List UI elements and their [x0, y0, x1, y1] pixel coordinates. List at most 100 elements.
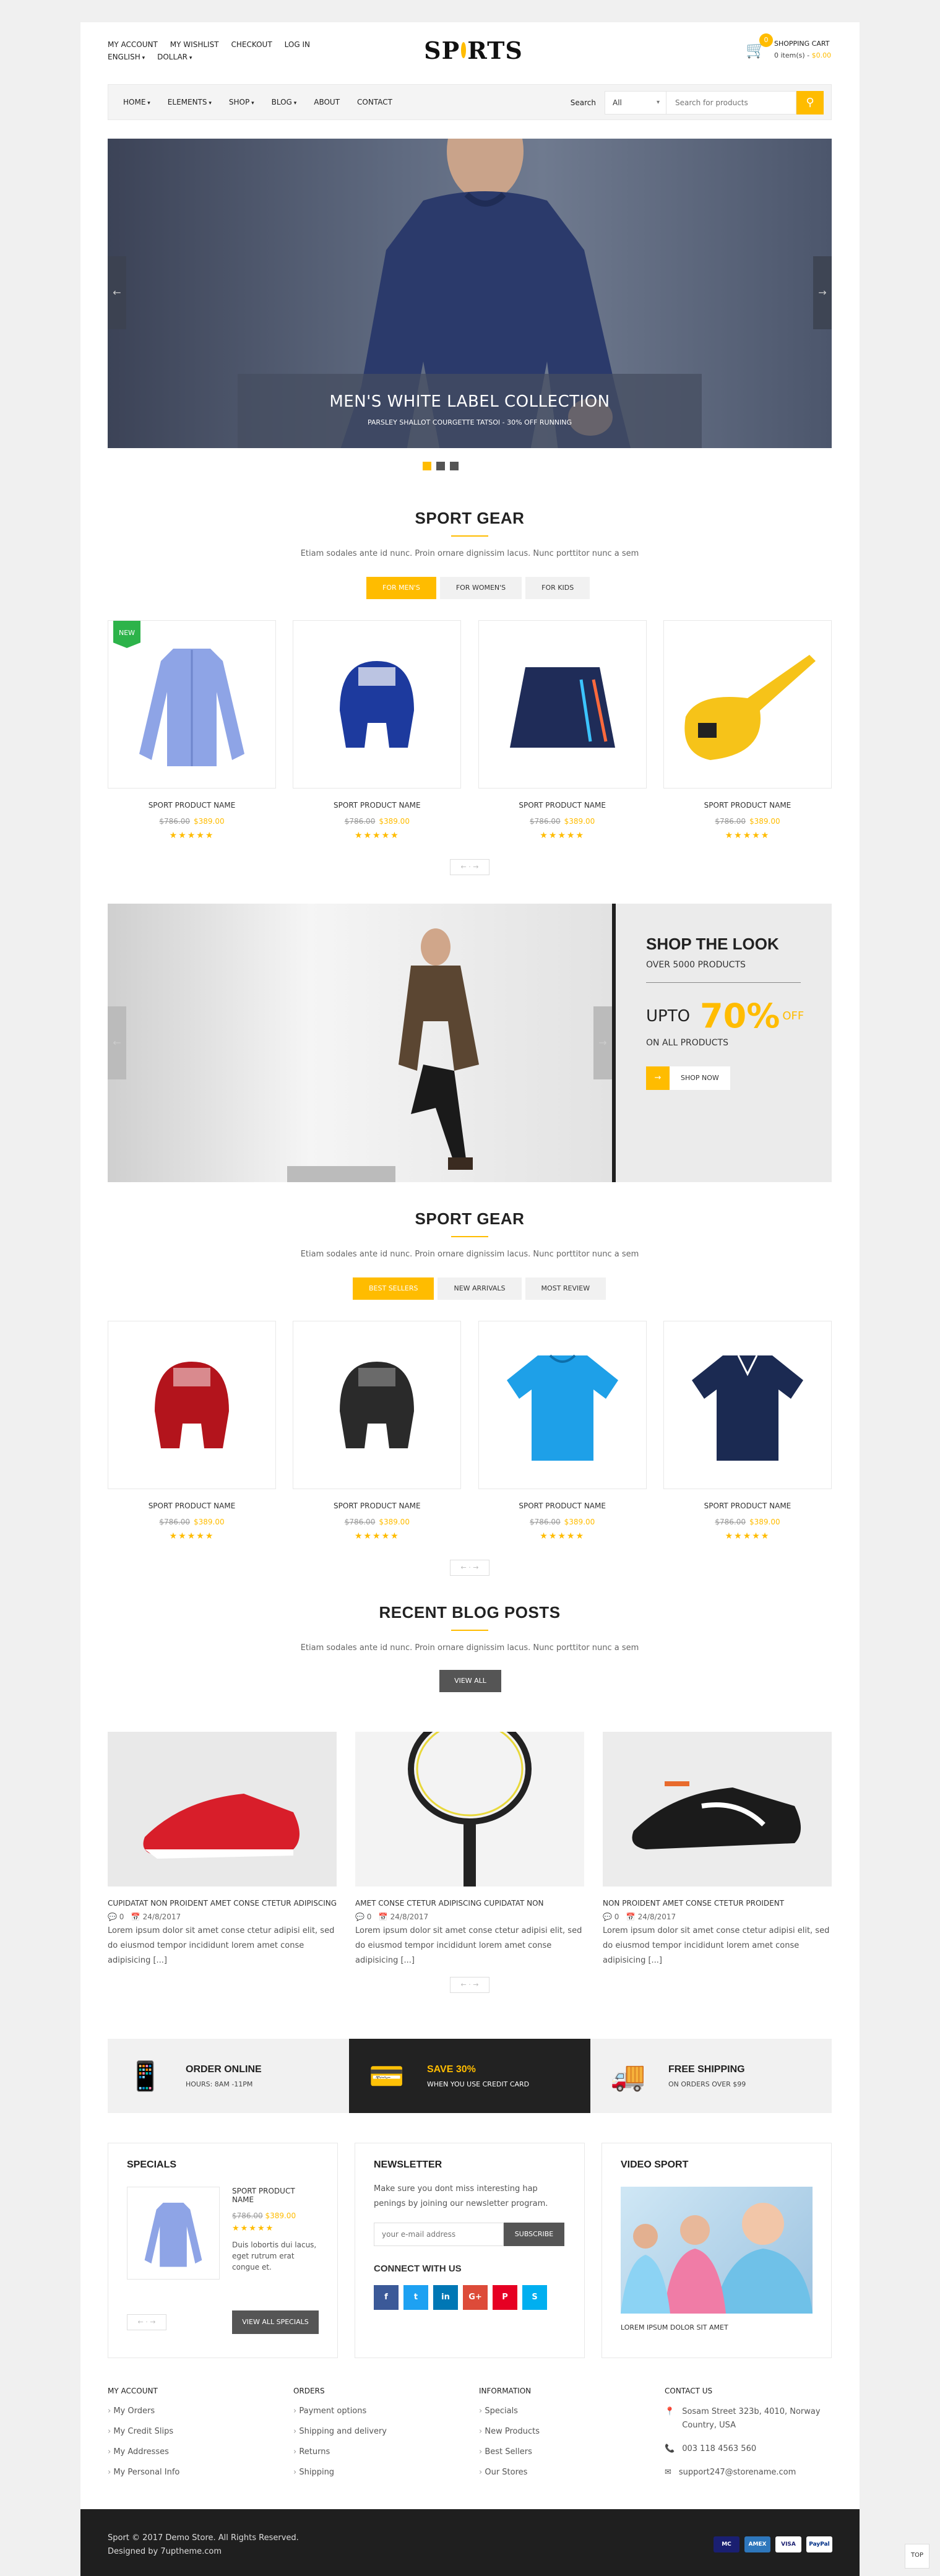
hero-next-arrow[interactable]: → — [813, 256, 832, 329]
currency-selector[interactable]: Dollar — [157, 53, 192, 61]
search-button[interactable]: ⚲ — [796, 91, 824, 115]
footer-link[interactable]: Shipping and delivery — [293, 2427, 479, 2436]
product-card[interactable]: Sport Product Name $786.00 $389.00 ★★★★★ — [293, 620, 462, 841]
tab-new-arrivals[interactable]: New Arrivals — [438, 1277, 522, 1300]
footer-link[interactable]: My Credit Slips — [108, 2427, 293, 2436]
footer-link[interactable]: Best Sellers — [479, 2447, 665, 2457]
banner-prev-arrow[interactable]: ← — [108, 1006, 126, 1079]
menu-home[interactable]: Home — [114, 84, 159, 120]
product-image[interactable] — [478, 1321, 647, 1489]
menu-shop[interactable]: Shop — [220, 84, 263, 120]
footer-link[interactable]: Our Stores — [479, 2468, 665, 2477]
back-to-top-button[interactable]: TOP — [905, 2544, 929, 2569]
post-title[interactable]: Non proident amet conse ctetur proident — [603, 1899, 832, 1908]
post-image[interactable] — [355, 1732, 584, 1887]
product-image[interactable] — [293, 620, 462, 789]
email-field[interactable] — [374, 2223, 504, 2246]
subscribe-button[interactable]: SUBSCRIBE — [504, 2223, 564, 2246]
menu-elements[interactable]: Elements — [159, 84, 220, 120]
carousel-nav[interactable]: ← · → — [127, 2314, 166, 2330]
carousel-nav[interactable]: ← · → — [450, 1977, 489, 1993]
product-card[interactable]: Sport Product Name $786.00 $389.00 ★★★★★ — [663, 620, 832, 841]
search-category-select[interactable]: All — [605, 91, 666, 115]
footer-link[interactable]: New Products — [479, 2427, 665, 2436]
product-name[interactable]: Sport Product Name — [478, 1502, 647, 1510]
tab-for-womens[interactable]: For Women's — [439, 577, 522, 599]
special-product-image[interactable] — [127, 2187, 220, 2280]
product-image[interactable]: NEW — [108, 620, 276, 789]
footer-link[interactable]: Payment options — [293, 2406, 479, 2416]
hero-title: MEN'S WHITE LABEL COLLECTION — [329, 392, 610, 411]
rating-stars-icon: ★★★★★ — [540, 1531, 585, 1541]
product-image[interactable] — [663, 620, 832, 789]
site-logo[interactable]: SP RTS — [424, 35, 522, 66]
view-all-posts-button[interactable]: VIEW ALL — [439, 1670, 501, 1692]
product-card[interactable]: NEW Sport Product Name $786.00 $389.00 ★★… — [108, 620, 276, 841]
product-name[interactable]: Sport Product Name — [108, 1502, 276, 1510]
footer-link[interactable]: Specials — [479, 2406, 665, 2416]
product-name[interactable]: Sport Product Name — [293, 1502, 461, 1510]
video-thumbnail[interactable] — [621, 2187, 813, 2314]
menu-about[interactable]: About — [305, 84, 348, 120]
product-name[interactable]: Sport Product Name — [663, 801, 832, 810]
product-image[interactable] — [108, 1321, 276, 1489]
checkout-link[interactable]: Checkout — [231, 40, 272, 49]
product-card[interactable]: Sport Product Name $786.00 $389.00 ★★★★★ — [293, 1321, 462, 1541]
slide-dot[interactable] — [423, 462, 431, 470]
product-card[interactable]: Sport Product Name $786.00 $389.00 ★★★★★ — [663, 1321, 832, 1541]
tab-best-sellers[interactable]: Best Sellers — [353, 1277, 434, 1300]
skype-icon[interactable]: S — [522, 2285, 547, 2310]
facebook-icon[interactable]: f — [374, 2285, 399, 2310]
hero-prev-arrow[interactable]: ← — [108, 256, 126, 329]
product-name[interactable]: Sport Product Name — [293, 801, 461, 810]
my-wishlist-link[interactable]: My Wishlist — [170, 40, 219, 49]
post-meta: 💬 0 📅 24/8/2017 — [108, 1913, 181, 1921]
special-product-desc: Duis lobortis dui lacus, eget rutrum era… — [232, 2241, 317, 2271]
my-account-link[interactable]: My Account — [108, 40, 158, 49]
footer-link[interactable]: My Orders — [108, 2406, 293, 2416]
product-name[interactable]: Sport Product Name — [108, 801, 276, 810]
shop-now-button[interactable]: → SHOP NOW — [646, 1066, 819, 1090]
footer-link[interactable]: My Addresses — [108, 2447, 293, 2457]
menu-blog[interactable]: Blog — [263, 84, 306, 120]
view-all-specials-button[interactable]: VIEW ALL SPECIALS — [232, 2310, 319, 2334]
shopping-cart[interactable]: 🛒 0 Shopping Cart 0 item(s) - $0.00 — [746, 33, 831, 61]
footer-link[interactable]: My Personal Info — [108, 2468, 293, 2477]
footer-link[interactable]: Shipping — [293, 2468, 479, 2477]
post-image[interactable] — [603, 1732, 832, 1887]
product-card[interactable]: Sport Product Name $786.00 $389.00 ★★★★★ — [478, 1321, 647, 1541]
post-image[interactable] — [108, 1732, 337, 1887]
blog-post[interactable]: Non proident amet conse ctetur proident … — [603, 1732, 832, 1968]
product-name[interactable]: Sport Product Name — [663, 1502, 832, 1510]
services-bar: 📱 ORDER ONLINE HOURS: 8AM -11PM 💳 SAVE 30… — [108, 2039, 832, 2113]
contact-email[interactable]: ✉ support247@storename.com — [665, 2466, 832, 2479]
google-plus-icon[interactable]: G+ — [463, 2285, 488, 2310]
product-name[interactable]: Sport Product Name — [478, 801, 647, 810]
product-card[interactable]: Sport Product Name $786.00 $389.00 ★★★★★ — [108, 1321, 276, 1541]
banner-next-arrow[interactable]: → — [593, 1006, 612, 1079]
menu-contact[interactable]: Contact — [348, 84, 401, 120]
login-link[interactable]: Log in — [285, 40, 310, 49]
slide-dot[interactable] — [436, 462, 445, 470]
tab-for-kids[interactable]: For Kids — [525, 577, 590, 599]
special-product-name[interactable]: Sport Product Name — [232, 2187, 319, 2204]
post-title[interactable]: Cupidatat non proident amet conse ctetur… — [108, 1899, 337, 1908]
blog-post[interactable]: Cupidatat non proident amet conse ctetur… — [108, 1732, 337, 1968]
blog-post[interactable]: Amet conse ctetur adipiscing cupidatat n… — [355, 1732, 584, 1968]
post-title[interactable]: Amet conse ctetur adipiscing cupidatat n… — [355, 1899, 584, 1908]
twitter-icon[interactable]: t — [403, 2285, 428, 2310]
tab-most-review[interactable]: Most Review — [525, 1277, 606, 1300]
carousel-nav[interactable]: ← · → — [450, 1560, 489, 1576]
carousel-nav[interactable]: ← · → — [450, 859, 489, 875]
product-image[interactable] — [478, 620, 647, 789]
slide-dot[interactable] — [450, 462, 459, 470]
product-card[interactable]: Sport Product Name $786.00 $389.00 ★★★★★ — [478, 620, 647, 841]
product-image[interactable] — [663, 1321, 832, 1489]
product-image[interactable] — [293, 1321, 462, 1489]
linkedin-icon[interactable]: in — [433, 2285, 458, 2310]
footer-link[interactable]: Returns — [293, 2447, 479, 2457]
search-input[interactable] — [666, 91, 796, 115]
tab-for-mens[interactable]: For Men's — [366, 577, 436, 599]
pinterest-icon[interactable]: P — [493, 2285, 517, 2310]
language-selector[interactable]: English — [108, 53, 145, 61]
